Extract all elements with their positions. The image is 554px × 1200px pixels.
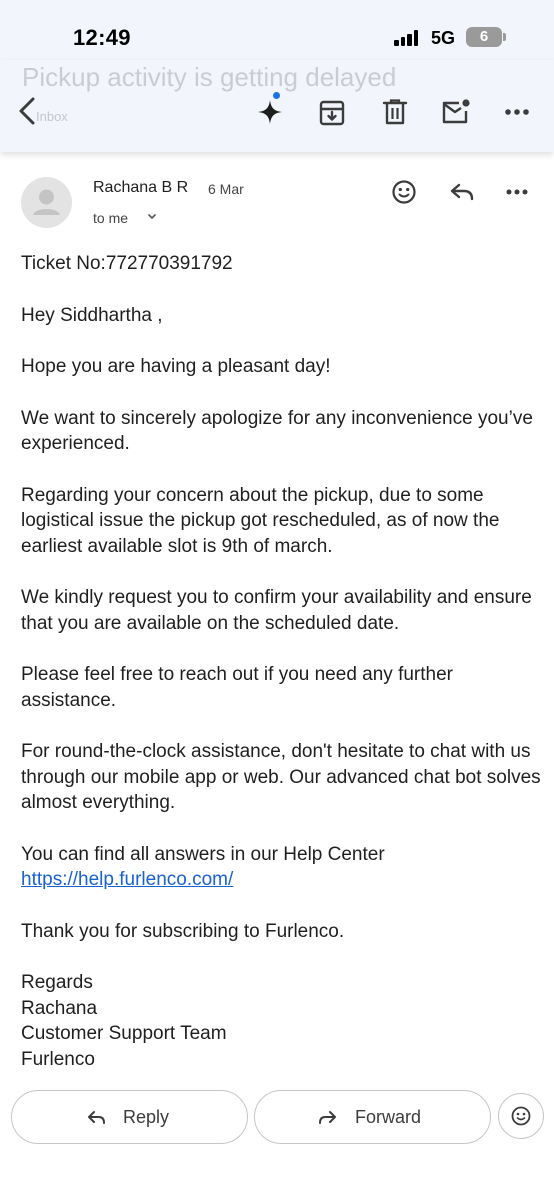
reply-arrow-icon xyxy=(88,1111,105,1124)
body-paragraph: Please feel free to reach out if you nee… xyxy=(21,664,453,711)
reply-label: Reply xyxy=(123,1107,170,1127)
reply-button[interactable]: Reply xyxy=(11,1090,248,1144)
message-more-icon[interactable] xyxy=(505,188,529,196)
add-reaction-icon[interactable] xyxy=(391,179,417,205)
folder-label-behind: Inbox xyxy=(36,109,68,124)
signature-line: Customer Support Team xyxy=(21,1023,227,1044)
help-center-text: You can find all answers in our Help Cen… xyxy=(21,843,385,865)
help-center-paragraph: You can find all answers in our Help Cen… xyxy=(21,842,541,893)
body-paragraph: Hope you are having a pleasant day! xyxy=(21,356,331,377)
forward-label: Forward xyxy=(355,1107,422,1127)
network-type: 5G xyxy=(431,28,456,48)
gemini-sparkle-icon[interactable] xyxy=(255,96,287,128)
body-paragraph: We want to sincerely apologize for any i… xyxy=(21,407,533,455)
ticket-number: Ticket No:772770391792 xyxy=(21,253,233,274)
clock-time: 12:49 xyxy=(73,25,131,50)
sender-avatar[interactable] xyxy=(21,177,72,228)
greeting: Hey Siddhartha , xyxy=(21,304,163,326)
subject-title-behind: Pickup activity is getting delayed xyxy=(22,62,397,92)
status-bar: 12:49 5G 6 xyxy=(0,0,554,60)
body-paragraph: Regarding your concern about the pickup,… xyxy=(21,484,500,557)
more-options-icon[interactable] xyxy=(504,108,530,116)
signature-line: Regards xyxy=(21,972,93,993)
mark-unread-icon[interactable] xyxy=(441,98,471,126)
react-button[interactable] xyxy=(498,1093,544,1139)
signature: Regards Rachana Customer Support Team Fu… xyxy=(21,970,541,1072)
thanks-line: Thank you for subscribing to Furlenco. xyxy=(21,920,345,942)
sender-name: Rachana B R xyxy=(93,179,189,196)
help-center-link[interactable]: https://help.furlenco.com/ xyxy=(21,869,233,890)
message-date: 6 Mar xyxy=(208,181,244,197)
message-toolbar: Pickup activity is getting delayed Inbox xyxy=(0,60,554,152)
forward-arrow-icon xyxy=(319,1111,336,1124)
archive-icon[interactable] xyxy=(319,100,345,126)
chevron-down-icon[interactable] xyxy=(146,213,158,221)
body-paragraph: For round-the-clock assistance, don't he… xyxy=(21,741,541,813)
recipient-summary[interactable]: to me xyxy=(93,210,128,226)
signature-line: Rachana xyxy=(21,997,98,1019)
reply-icon[interactable] xyxy=(449,181,475,203)
battery-tip xyxy=(503,33,506,41)
cellular-signal-icon xyxy=(394,30,424,46)
battery-icon: 6 xyxy=(466,27,502,47)
body-paragraph: We kindly request you to confirm your av… xyxy=(21,587,532,634)
message-body: Ticket No:772770391792 Hey Siddhartha , … xyxy=(21,251,541,1072)
delete-icon[interactable] xyxy=(382,98,408,126)
gemini-new-dot xyxy=(273,92,280,99)
forward-button[interactable]: Forward xyxy=(254,1090,491,1144)
back-arrow-icon[interactable] xyxy=(16,96,40,126)
person-icon xyxy=(33,189,60,215)
signature-line: Furlenco xyxy=(21,1048,95,1070)
emoji-icon xyxy=(511,1106,531,1126)
